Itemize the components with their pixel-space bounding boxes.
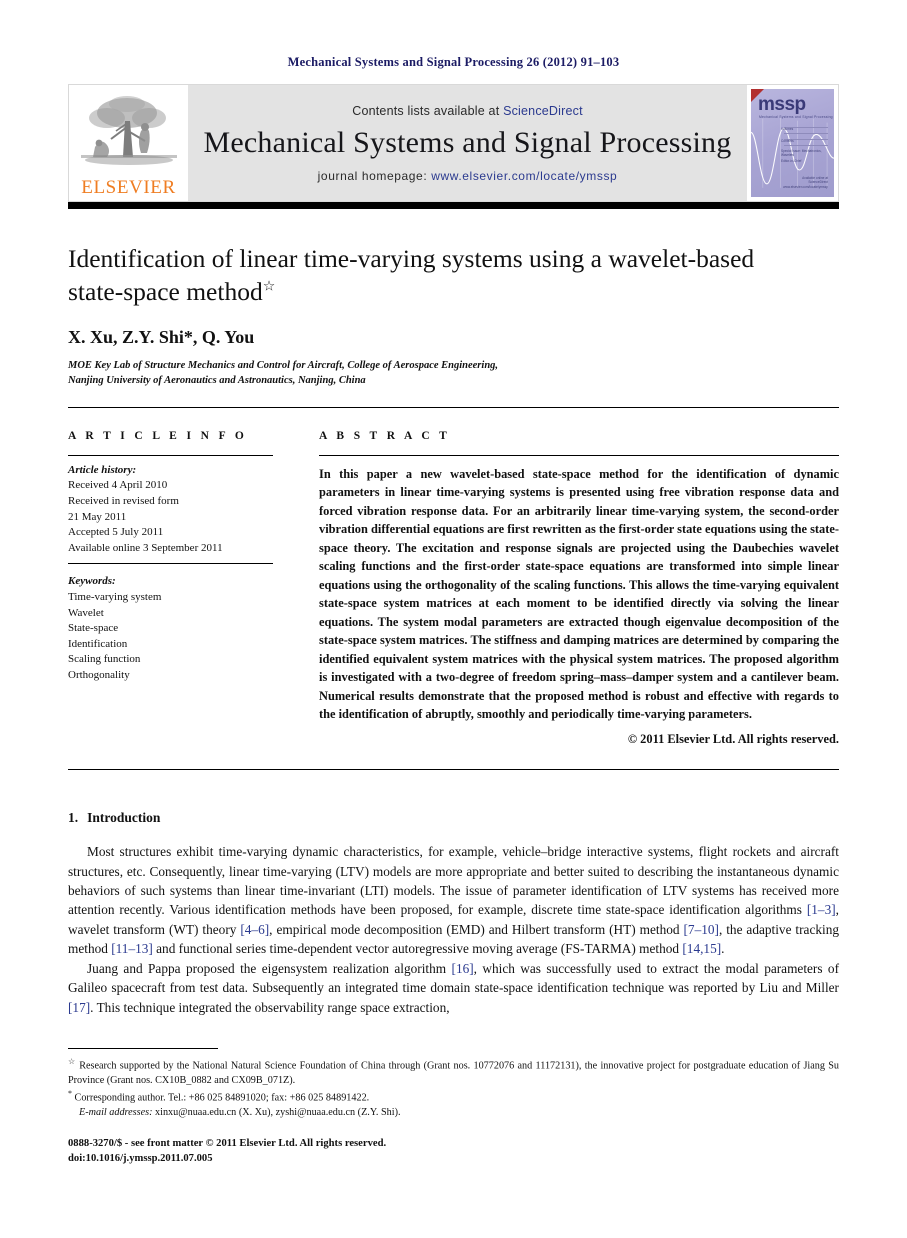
article-info-heading: A R T I C L E I N F O <box>68 429 248 442</box>
abstract-column: A B S T R A C T In this paper a new wave… <box>319 430 839 748</box>
masthead-center: Contents lists available at ScienceDirec… <box>188 84 747 202</box>
cover-line-2: Contents <box>781 139 794 143</box>
title-block: Identification of linear time-varying sy… <box>68 243 839 389</box>
paragraph: Most structures exhibit time-varying dyn… <box>68 842 839 958</box>
footnote-rule <box>68 1048 218 1049</box>
para1-part-c: , empirical mode decomposition (EMD) and… <box>269 921 684 937</box>
keyword-item: State-space <box>68 622 119 635</box>
article-info-rule <box>68 454 273 456</box>
citation-link[interactable]: [1–3] <box>807 902 836 917</box>
history-item: Received in revised form <box>68 494 179 507</box>
elsevier-tree-icon <box>75 91 183 177</box>
history-item: Available online 3 September 2011 <box>68 541 223 554</box>
citation-link[interactable]: [11–13] <box>111 941 153 956</box>
footnote-star-marker: ☆ <box>68 1057 76 1066</box>
citation-link[interactable]: [7–10] <box>684 922 719 937</box>
keyword-item: Wavelet <box>68 606 104 619</box>
keywords-block: Keywords: Time-varying system Wavelet St… <box>68 574 273 683</box>
footnote-corresponding-text: Corresponding author. Tel.: +86 025 8489… <box>74 1092 370 1104</box>
history-item: Received 4 April 2010 <box>68 479 168 492</box>
author-list: X. Xu, Z.Y. Shi*, Q. You <box>68 327 255 348</box>
journal-cover-block: mssp Mechanical Systems and Signal Proce… <box>747 84 839 202</box>
journal-title: Mechanical Systems and Signal Processing <box>203 125 732 159</box>
keyword-item: Time-varying system <box>68 590 162 603</box>
footnotes-block: ☆ Research supported by the National Nat… <box>68 1048 839 1121</box>
para1-part-f: . <box>721 940 725 956</box>
history-item: Accepted 5 July 2011 <box>68 526 164 539</box>
history-item: 21 May 2011 <box>68 510 127 523</box>
article-title-text: Identification of linear time-varying sy… <box>68 244 755 306</box>
abstract-copyright: © 2011 Elsevier Ltd. All rights reserved… <box>627 732 839 747</box>
article-info-column: A R T I C L E I N F O Article history: R… <box>68 430 273 748</box>
masthead-bottom-rule <box>68 202 839 209</box>
keywords-label: Keywords: <box>68 575 116 588</box>
article-history-label: Article history: <box>68 463 137 476</box>
running-head: Mechanical Systems and Signal Processing… <box>287 55 620 69</box>
journal-homepage-link[interactable]: www.elsevier.com/locate/ymssp <box>431 169 617 183</box>
article-history: Article history: Received 4 April 2010 R… <box>68 463 273 557</box>
footnote-email: E-mail addresses: xinxu@nuaa.edu.cn (X. … <box>68 1106 839 1120</box>
email-addresses[interactable]: xinxu@nuaa.edu.cn (X. Xu), zyshi@nuaa.ed… <box>155 1107 400 1118</box>
abstract-heading: A B S T R A C T <box>319 429 451 442</box>
citation-link[interactable]: [14,15] <box>682 941 721 956</box>
imprint-line-1: 0888-3270/$ - see front matter © 2011 El… <box>68 1138 387 1149</box>
section-number: 1. <box>68 810 79 826</box>
keyword-item: Scaling function <box>68 653 141 666</box>
abstract-text: In this paper a new wavelet-based state-… <box>319 466 839 721</box>
contents-prefix: Contents lists available at <box>352 103 500 118</box>
affiliation-line-1: MOE Key Lab of Structure Mechanics and C… <box>68 360 499 372</box>
footnote-funding: ☆ Research supported by the National Nat… <box>68 1056 839 1088</box>
imprint-line-2[interactable]: doi:10.1016/j.ymssp.2011.07.005 <box>68 1151 386 1166</box>
para1-part-e: and functional series time-dependent vec… <box>152 940 683 956</box>
journal-cover-thumbnail: mssp Mechanical Systems and Signal Proce… <box>751 89 834 197</box>
footnote-asterisk-marker: * <box>68 1089 72 1099</box>
affiliation: MOE Key Lab of Structure Mechanics and C… <box>68 358 839 388</box>
cover-subtitle: Mechanical Systems and Signal Processing <box>759 115 833 119</box>
sciencedirect-link[interactable]: ScienceDirect <box>503 104 583 118</box>
keyword-item: Identification <box>68 637 128 650</box>
keyword-item: Orthogonality <box>68 669 130 681</box>
email-label: E-mail addresses: <box>79 1107 153 1119</box>
para2-part-a: Juang and Pappa proposed the eigensystem… <box>87 961 452 977</box>
elsevier-wordmark: ELSEVIER <box>81 177 176 198</box>
para2-part-c: . This technique integrated the observab… <box>90 999 450 1015</box>
cover-footer: Available online at ScienceDirect www.el… <box>783 176 828 190</box>
journal-homepage-line: journal homepage: www.elsevier.com/locat… <box>318 169 618 183</box>
contents-available-line: Contents lists available at ScienceDirec… <box>352 104 583 118</box>
title-bottom-rule <box>68 406 839 408</box>
cover-acronym: mssp <box>758 94 806 115</box>
cover-line-4: Editor-in-Chief <box>781 159 802 163</box>
introduction-section: 1. Introduction Most structures exhibit t… <box>68 810 839 1016</box>
page-title: Identification of linear time-varying sy… <box>68 243 808 308</box>
abstract-rule <box>319 454 839 456</box>
paragraph: Juang and Pappa proposed the eigensystem… <box>68 959 839 1017</box>
para1-part-a: Most structures exhibit time-varying dyn… <box>68 844 839 918</box>
journal-masthead: ELSEVIER Contents lists available at Sci… <box>68 84 839 202</box>
footnote-funding-text: Research supported by the National Natur… <box>68 1060 839 1086</box>
keywords-rule <box>68 563 273 565</box>
cover-line-1: Volumes <box>781 127 794 131</box>
affiliation-line-2: Nanjing University of Aeronautics and As… <box>68 375 366 387</box>
section-heading: 1. Introduction <box>68 810 839 826</box>
citation-link[interactable]: [16] <box>452 961 474 976</box>
homepage-prefix: journal homepage: <box>317 168 428 183</box>
info-abstract-row: A R T I C L E I N F O Article history: R… <box>68 430 839 748</box>
cover-line-3: Special Issue: Mechatronics, Wavelets <box>781 149 822 157</box>
citation-link[interactable]: [4–6] <box>240 922 269 937</box>
imprint-block: 0888-3270/$ - see front matter © 2011 El… <box>68 1136 386 1166</box>
section-title-text: Introduction <box>87 810 161 826</box>
citation-link[interactable]: [17] <box>68 1000 90 1015</box>
footnote-corresponding: * Corresponding author. Tel.: +86 025 84… <box>68 1088 839 1106</box>
cover-footer-3: www.elsevier.com/locate/ymssp <box>783 185 828 190</box>
elsevier-logo-block: ELSEVIER <box>68 84 188 202</box>
paper-page: Mechanical Systems and Signal Processing… <box>0 0 907 1238</box>
abstract-bottom-rule <box>68 769 839 771</box>
title-footnote-marker[interactable]: ☆ <box>263 279 276 294</box>
